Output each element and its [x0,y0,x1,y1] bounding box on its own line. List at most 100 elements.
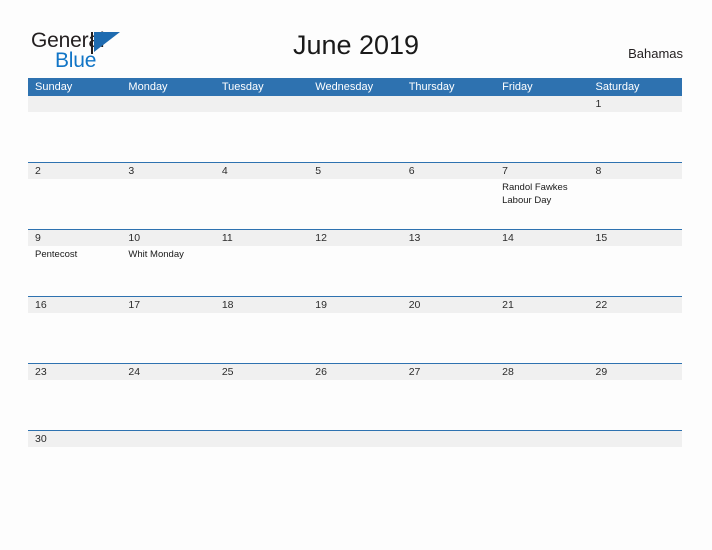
day-number-17[interactable]: 17 [121,297,214,313]
day-events-empty [308,447,401,497]
day-events-18 [215,313,308,363]
day-events-17 [121,313,214,363]
calendar-weeks: 1 2 3 4 5 6 7 8 Randol Fawkes Labour Day 9 10 11 12 13… [28,96,682,497]
day-number-empty [402,431,495,447]
day-events-12 [308,246,401,296]
day-number-13[interactable]: 13 [402,230,495,246]
day-number-27[interactable]: 27 [402,364,495,380]
day-number-24[interactable]: 24 [121,364,214,380]
day-number-empty [121,96,214,112]
day-events-empty [402,447,495,497]
day-events-empty [121,112,214,162]
calendar-week-row: 23 24 25 26 27 28 29 [28,363,682,430]
day-number-18[interactable]: 18 [215,297,308,313]
day-number-15[interactable]: 15 [589,230,682,246]
day-number-10[interactable]: 10 [121,230,214,246]
week-daynumber-row: 23 24 25 26 27 28 29 [28,364,682,380]
day-number-empty [28,96,121,112]
day-number-empty [495,96,588,112]
day-events-6 [402,179,495,229]
day-number-11[interactable]: 11 [215,230,308,246]
day-number-14[interactable]: 14 [495,230,588,246]
event-text: Whit Monday [128,249,184,260]
day-number-9[interactable]: 9 [28,230,121,246]
week-events-row [28,380,682,430]
day-number-25[interactable]: 25 [215,364,308,380]
day-number-3[interactable]: 3 [121,163,214,179]
day-number-12[interactable]: 12 [308,230,401,246]
calendar-week-row: 1 [28,96,682,162]
event-text: Pentecost [35,249,78,260]
day-events-2 [28,179,121,229]
weekday-header-sunday: Sunday [35,81,73,93]
day-events-21 [495,313,588,363]
day-number-22[interactable]: 22 [589,297,682,313]
day-events-7[interactable]: Randol Fawkes Labour Day [495,179,588,229]
day-events-3 [121,179,214,229]
day-events-9[interactable]: Pentecost [28,246,121,296]
day-events-25 [215,380,308,430]
weekday-header-friday: Friday [502,81,533,93]
calendar-week-row: 9 10 11 12 13 14 15 Pentecost Whit Monday [28,229,682,296]
weekday-header-row: Sunday Monday Tuesday Wednesday Thursday Frid… [28,78,682,96]
day-events-10[interactable]: Whit Monday [121,246,214,296]
day-events-26 [308,380,401,430]
day-events-empty [495,447,588,497]
page-title: June 2019 [292,30,420,60]
day-number-26[interactable]: 26 [308,364,401,380]
day-number-1[interactable]: 1 [589,96,682,112]
day-number-empty [402,96,495,112]
day-events-28 [495,380,588,430]
day-events-13 [402,246,495,296]
day-number-23[interactable]: 23 [28,364,121,380]
week-daynumber-row: 16 17 18 19 20 21 22 [28,297,682,313]
day-number-21[interactable]: 21 [495,297,588,313]
day-number-30[interactable]: 30 [28,431,121,447]
day-number-empty [121,431,214,447]
day-number-empty [215,431,308,447]
day-events-empty [215,112,308,162]
week-events-row [28,313,682,363]
week-events-row: Pentecost Whit Monday [28,246,682,296]
day-events-23 [28,380,121,430]
day-events-empty [215,447,308,497]
day-events-27 [402,380,495,430]
day-events-29 [589,380,682,430]
day-number-16[interactable]: 16 [28,297,121,313]
weekday-header-wednesday: Wednesday [315,81,374,93]
locale-label: Bahamas [628,46,683,61]
day-events-empty [589,447,682,497]
day-events-1 [589,112,682,162]
page-header: General Blue June 2019 Bahamas [0,0,712,76]
day-events-22 [589,313,682,363]
day-events-empty [121,447,214,497]
day-events-empty [402,112,495,162]
weekday-header-tuesday: Tuesday [221,81,264,93]
calendar-week-row: 16 17 18 19 20 21 22 [28,296,682,363]
day-events-empty [308,112,401,162]
day-events-5 [308,179,401,229]
day-number-20[interactable]: 20 [402,297,495,313]
day-number-empty [495,431,588,447]
day-events-20 [402,313,495,363]
weekday-header-saturday: Saturday [595,81,640,93]
day-number-29[interactable]: 29 [589,364,682,380]
calendar-table: Sunday Monday Tuesday Wednesday Thursday Frid… [28,78,682,497]
day-number-28[interactable]: 28 [495,364,588,380]
week-events-row [28,112,682,162]
day-number-4[interactable]: 4 [215,163,308,179]
day-number-19[interactable]: 19 [308,297,401,313]
day-number-7[interactable]: 7 [495,163,588,179]
week-events-row [28,447,682,497]
day-number-empty [308,96,401,112]
day-events-30 [28,447,121,497]
day-number-2[interactable]: 2 [28,163,121,179]
weekday-header-thursday: Thursday [408,81,455,93]
day-number-empty [589,431,682,447]
day-events-8 [589,179,682,229]
day-number-5[interactable]: 5 [308,163,401,179]
day-events-4 [215,179,308,229]
day-events-empty [28,112,121,162]
day-number-6[interactable]: 6 [402,163,495,179]
day-number-8[interactable]: 8 [589,163,682,179]
